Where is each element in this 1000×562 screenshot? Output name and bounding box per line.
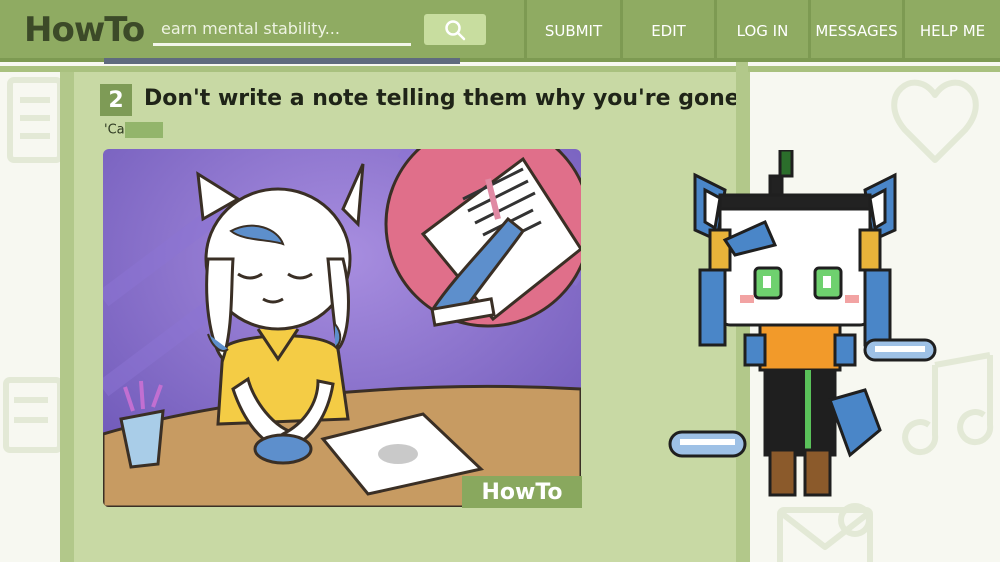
mascot-sprite [668,150,937,497]
search-input[interactable] [153,14,411,46]
previous-image-edge [104,58,460,64]
step-illustration [103,149,581,507]
nav-edit[interactable]: EDIT [620,0,714,62]
nav-help-me[interactable]: HELP ME [902,0,1000,62]
nav-messages[interactable]: MESSAGES [808,0,902,62]
search-button[interactable] [424,14,486,45]
step-title: Don't write a note telling them why you'… [144,86,749,111]
top-nav: SUBMIT EDIT LOG IN MESSAGES HELP ME [524,0,1000,62]
step-subtitle-text: 'Ca [104,122,125,138]
step-subtitle: 'Ca [104,122,163,138]
site-logo[interactable]: HowTo [24,10,145,50]
search-icon [445,19,466,40]
step-number: 2 [100,84,132,116]
nav-log-in[interactable]: LOG IN [714,0,808,62]
nav-submit[interactable]: SUBMIT [524,0,620,62]
illustration-drawing [103,149,581,507]
watermark-text: HowTo [481,479,563,505]
redaction-block [124,122,163,138]
watermark: HowTo [462,476,582,508]
